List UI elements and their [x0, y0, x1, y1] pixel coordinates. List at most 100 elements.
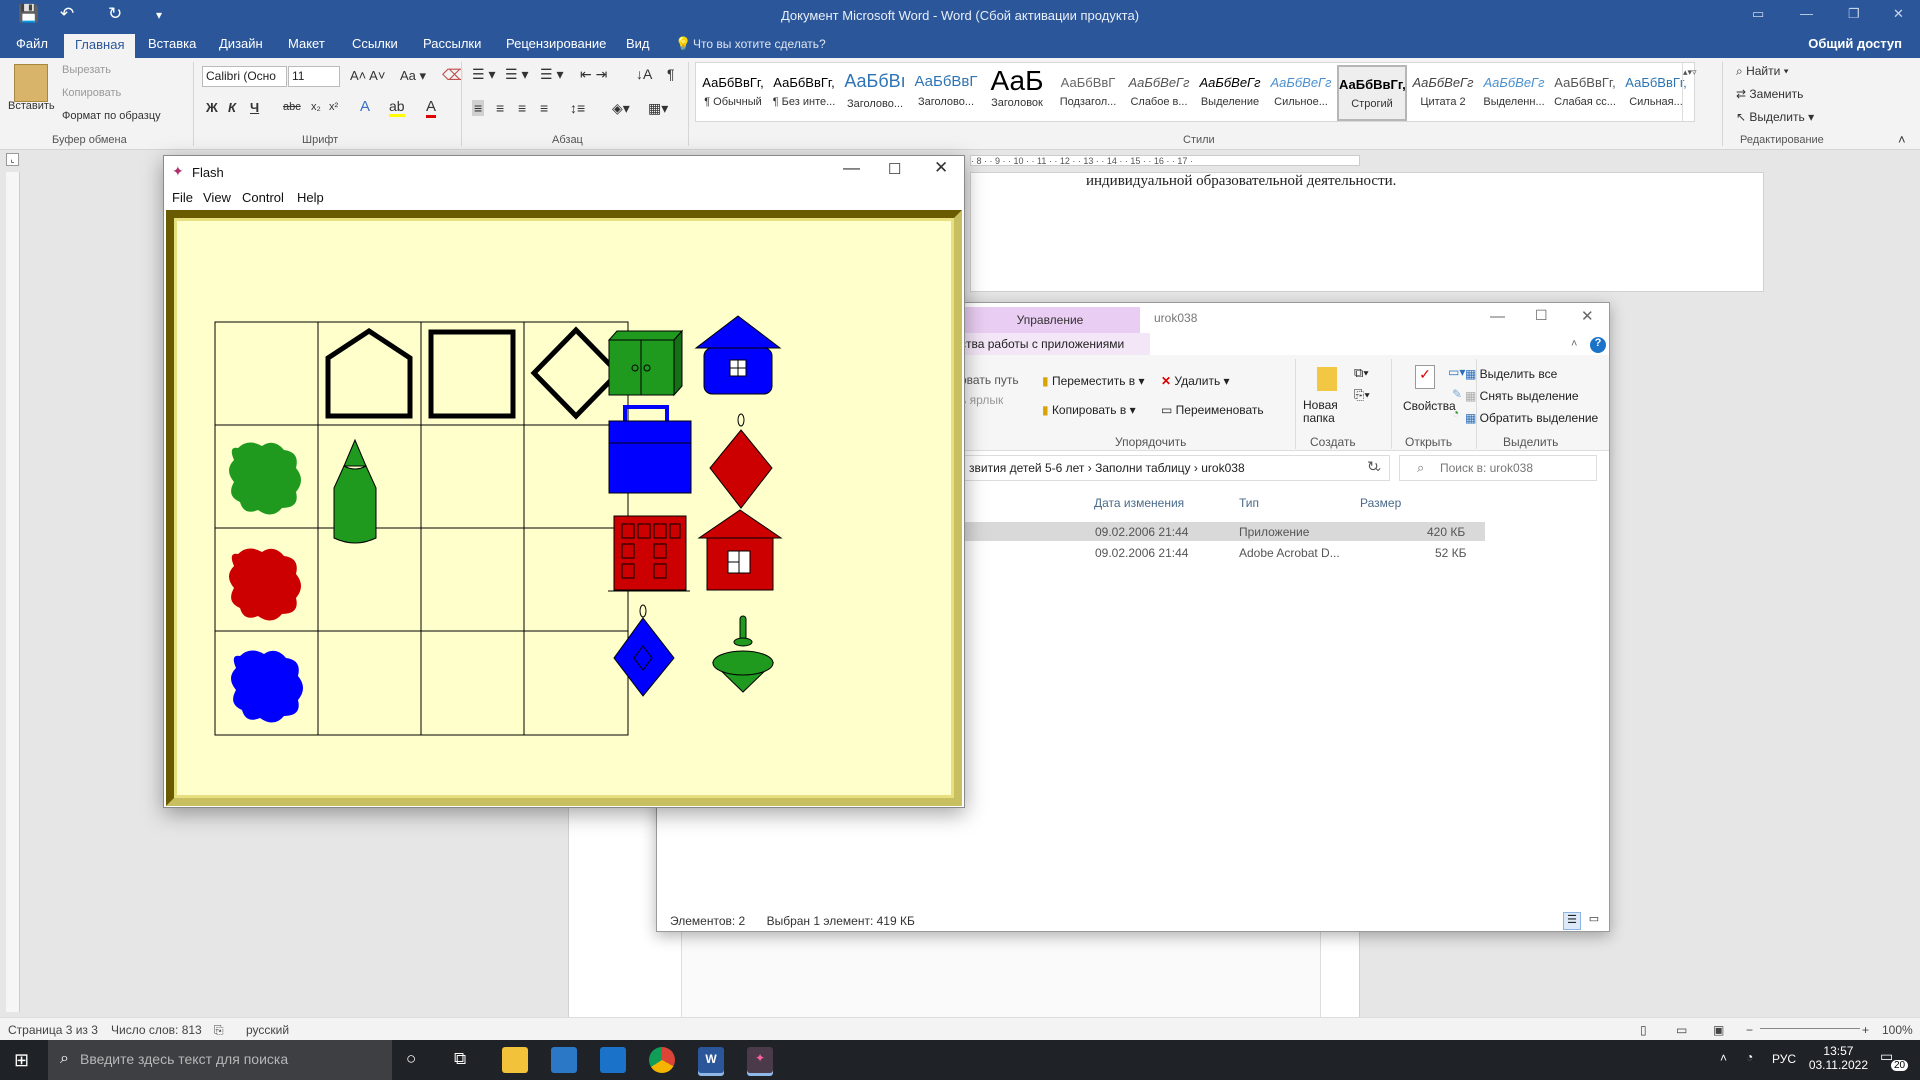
red-door-icon[interactable] — [608, 515, 690, 592]
new-folder-icon[interactable] — [1317, 367, 1337, 391]
edit-icon[interactable]: ✎ — [1452, 387, 1462, 401]
zoom-slider[interactable] — [1760, 1028, 1860, 1029]
app-tools-tab[interactable]: ства работы с приложениями — [960, 333, 1150, 355]
justify-icon[interactable]: ≡ — [540, 100, 548, 116]
refresh-icon[interactable]: ↻ — [1367, 458, 1393, 475]
paste-button[interactable]: Вставить — [8, 100, 55, 112]
style-13[interactable]: АаБбВвГг, Сильная... — [1621, 65, 1691, 121]
column-type[interactable]: Тип — [1239, 496, 1259, 510]
style-8[interactable]: АаБбВеГг Сильное... — [1266, 65, 1336, 121]
select-all-button[interactable]: ▦ Выделить все — [1465, 367, 1557, 381]
history-icon[interactable]: ◔ — [1452, 406, 1459, 420]
breadcrumb-2[interactable]: Заполни таблицу — [1095, 461, 1190, 475]
underline-icon[interactable]: Ч — [250, 100, 259, 115]
blue-ornament-icon[interactable] — [613, 604, 675, 697]
paste-icon[interactable] — [14, 64, 48, 102]
italic-icon[interactable]: К — [228, 100, 236, 115]
collapse-ribbon-icon[interactable]: ˄ — [1898, 132, 1906, 147]
select-button[interactable]: ↖ Выделить ▾ — [1736, 110, 1814, 124]
superscript-icon[interactable]: x² — [329, 101, 338, 113]
tab-manage[interactable]: Управление — [960, 307, 1140, 333]
file-row[interactable]: 09.02.2006 21:44 Приложение 420 КБ — [960, 522, 1485, 541]
copy-button[interactable]: Копировать — [62, 87, 121, 99]
share-button[interactable]: Общий доступ — [1808, 36, 1902, 51]
search-input[interactable]: Поиск в: urok038 — [1399, 455, 1597, 481]
mail-icon[interactable] — [600, 1047, 626, 1073]
tab-file[interactable]: Файл — [16, 36, 48, 51]
menu-view[interactable]: View — [203, 190, 231, 205]
collapse-ribbon-icon[interactable]: ˄ — [1571, 338, 1577, 350]
align-right-icon[interactable]: ≡ — [518, 100, 526, 116]
flash-taskbar-icon[interactable]: ✦ — [747, 1047, 773, 1073]
language-indicator[interactable]: русский — [246, 1023, 289, 1037]
tray-chevron-icon[interactable]: ˄ — [1720, 1051, 1727, 1065]
indent-icon[interactable]: ⇤ ⇥ — [580, 66, 607, 83]
tab-layout[interactable]: Макет — [288, 36, 325, 51]
menu-file[interactable]: File — [172, 190, 193, 205]
tab-insert[interactable]: Вставка — [148, 36, 196, 51]
align-left-icon[interactable]: ≡ — [472, 100, 485, 116]
tab-design[interactable]: Дизайн — [219, 36, 263, 51]
clock[interactable]: 13:57 03.11.2022 — [1809, 1044, 1868, 1072]
details-view-icon[interactable]: ☰ — [1563, 912, 1581, 930]
copy-path-button[interactable]: овать путь — [960, 373, 1019, 387]
delete-button[interactable]: ✕ Удалить ▾ — [1161, 374, 1230, 388]
paste-shortcut-button[interactable]: ь ярлык — [960, 393, 1003, 407]
windows-start-icon[interactable]: ⊞ — [14, 1050, 29, 1071]
strikethrough-icon[interactable]: abc — [283, 101, 301, 113]
column-date[interactable]: Дата изменения — [1094, 496, 1184, 510]
line-spacing-icon[interactable]: ↕≡ — [570, 100, 585, 116]
close-icon[interactable]: ✕ — [1893, 6, 1904, 22]
multilevel-list-icon[interactable]: ☰ ▾ — [540, 66, 563, 83]
text-effects-icon[interactable]: A — [360, 98, 370, 115]
print-layout-icon[interactable]: ▭ — [1676, 1023, 1687, 1037]
style-0[interactable]: АаБбВвГг, ¶ Обычный — [698, 65, 768, 121]
find-button[interactable]: ⌕ Найти ▾ — [1736, 64, 1789, 79]
properties-icon[interactable]: ✓ — [1415, 365, 1435, 389]
close-icon[interactable]: ✕ — [1581, 307, 1594, 325]
chrome-icon[interactable] — [649, 1047, 675, 1073]
open-icon[interactable]: ▭▾ — [1448, 365, 1465, 379]
style-4[interactable]: АаБ Заголовок — [982, 65, 1052, 121]
change-case-icon[interactable]: Aa ▾ — [400, 68, 426, 84]
blue-log-house-icon[interactable] — [694, 315, 782, 395]
read-mode-icon[interactable]: ▯ — [1640, 1023, 1647, 1037]
task-view-icon[interactable]: ⧉ — [454, 1049, 466, 1069]
ribbon-display-icon[interactable]: ▭ — [1752, 6, 1764, 22]
menu-help[interactable]: Help — [297, 190, 324, 205]
invert-selection-button[interactable]: ▦ Обратить выделение — [1465, 411, 1598, 425]
red-house-icon[interactable] — [697, 509, 783, 591]
page-indicator[interactable]: Страница 3 из 3 — [8, 1023, 98, 1037]
network-icon[interactable]: ◔ — [1746, 1050, 1753, 1064]
select-none-button[interactable]: ▦ Снять выделение — [1465, 389, 1579, 403]
zoom-out-icon[interactable]: − — [1746, 1023, 1753, 1037]
maximize-icon[interactable]: ☐ — [1535, 307, 1548, 324]
tab-references[interactable]: Ссылки — [352, 36, 398, 51]
proofing-icon[interactable]: ⎘ — [214, 1023, 224, 1038]
menu-control[interactable]: Control — [242, 190, 284, 205]
copy-to-button[interactable]: ▮ Копировать в ▾ — [1042, 403, 1136, 417]
store-icon[interactable] — [551, 1047, 577, 1073]
sort-icon[interactable]: ↓A — [636, 66, 652, 82]
address-bar[interactable]: звития детей 5-6 лет › Заполни таблицу ›… — [960, 455, 1390, 481]
tab-home[interactable]: Главная — [64, 34, 136, 59]
style-3[interactable]: АаБбВвГ Заголово... — [911, 65, 981, 121]
style-11[interactable]: АаБбВеГг Выделенн... — [1479, 65, 1549, 121]
cut-button[interactable]: Вырезать — [62, 64, 111, 76]
style-9[interactable]: АаБбВвГг, Строгий — [1337, 65, 1407, 121]
file-row[interactable]: 09.02.2006 21:44 Adobe Acrobat D... 52 К… — [960, 543, 1485, 562]
grow-font-icon[interactable]: A˄ A˅ — [350, 68, 385, 83]
pilcrow-icon[interactable]: ¶ — [667, 66, 675, 82]
word-icon[interactable]: W — [698, 1047, 724, 1073]
taskbar-search[interactable]: Введите здесь текст для поиска — [48, 1040, 392, 1080]
word-count[interactable]: Число слов: 813 — [111, 1023, 202, 1037]
file-explorer-icon[interactable] — [502, 1047, 528, 1073]
subscript-icon[interactable]: x₂ — [311, 101, 321, 113]
help-icon[interactable]: ? — [1590, 337, 1606, 353]
style-5[interactable]: АаБбВвГ Подзагол... — [1053, 65, 1123, 121]
tab-mailings[interactable]: Рассылки — [423, 36, 481, 51]
style-6[interactable]: АаБбВеГг Слабое в... — [1124, 65, 1194, 121]
style-2[interactable]: АаБбВı Заголово... — [840, 65, 910, 121]
column-size[interactable]: Размер — [1360, 496, 1401, 510]
format-painter-button[interactable]: Формат по образцу — [62, 110, 161, 122]
